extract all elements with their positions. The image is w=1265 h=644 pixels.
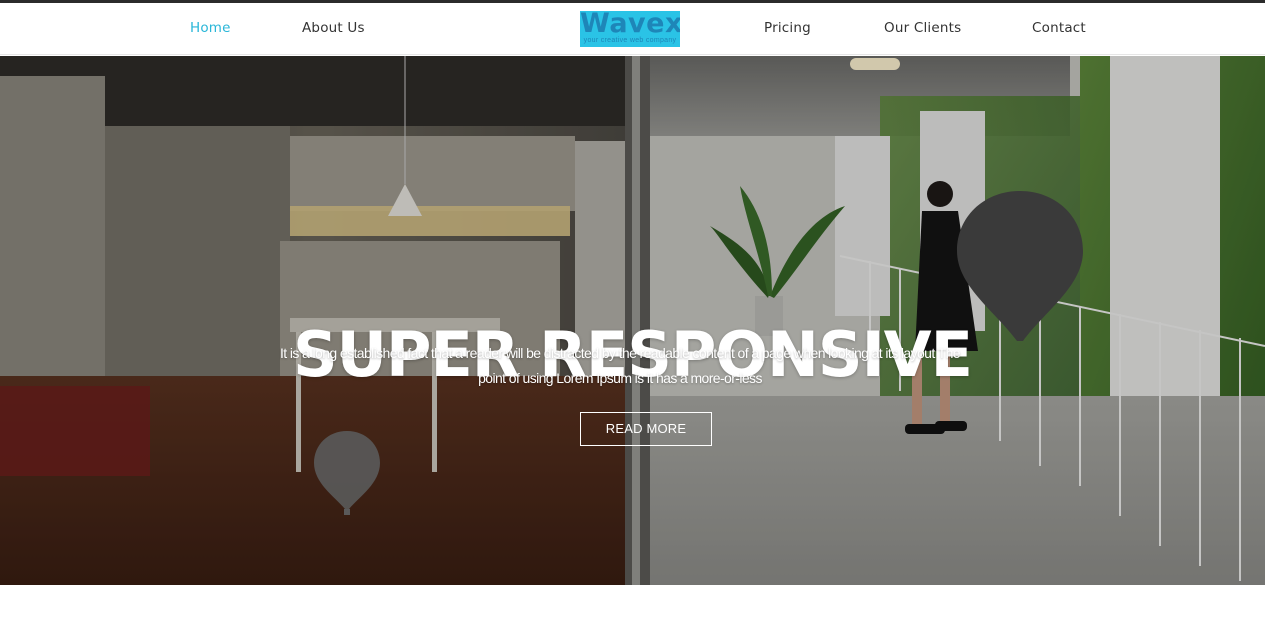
nav-about-link[interactable]: About Us (302, 20, 365, 36)
hero-description: It is a long established fact that a rea… (279, 345, 961, 386)
nav-clients-link[interactable]: Our Clients (884, 20, 961, 36)
logo-tagline: your creative web company (583, 37, 677, 44)
logo-wordmark: Wavex. (580, 11, 680, 39)
hero-section: SUPER RESPONSIVE It is a long establishe… (0, 56, 1265, 585)
nav-contact-link[interactable]: Contact (1032, 20, 1086, 36)
decorative-balloon-small-icon (314, 431, 380, 515)
read-more-button[interactable]: READ MORE (580, 412, 712, 446)
main-navbar: Home About Us Wavex. your creative web c… (0, 3, 1265, 55)
nav-home-link[interactable]: Home (190, 20, 231, 36)
nav-pricing-link[interactable]: Pricing (764, 20, 811, 36)
brand-logo[interactable]: Wavex. your creative web company (580, 11, 680, 47)
